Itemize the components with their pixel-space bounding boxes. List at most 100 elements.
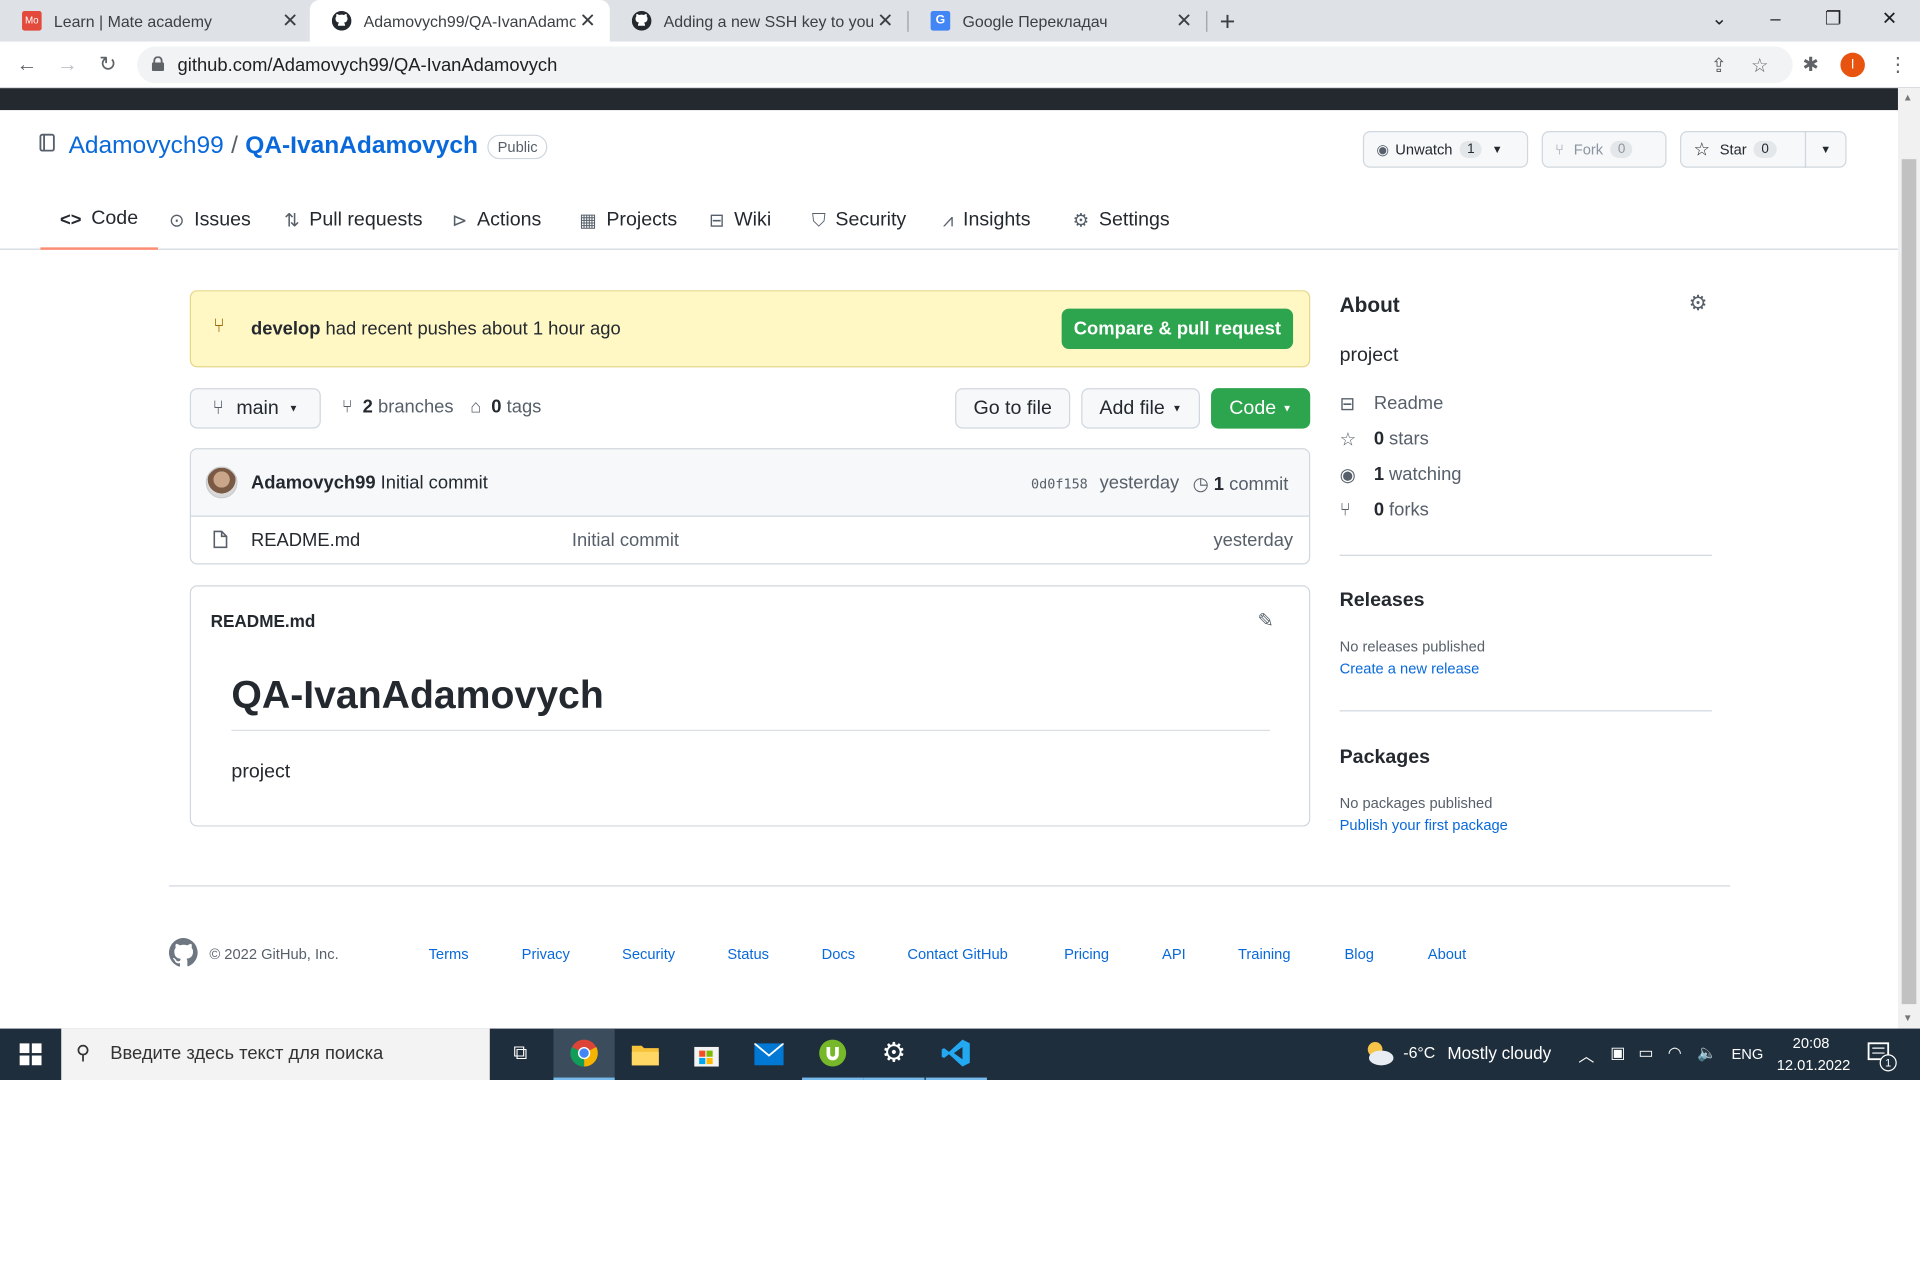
avatar[interactable] [205, 466, 238, 499]
footer-link-docs[interactable]: Docs [822, 945, 855, 962]
tab-settings[interactable]: ⚙ Settings [1073, 191, 1170, 250]
close-icon[interactable]: ✕ [873, 9, 897, 33]
branch-select-button[interactable]: ⑂ main ▼ [189, 388, 321, 429]
file-explorer-icon[interactable] [615, 1029, 676, 1080]
gear-icon[interactable]: ⚙ [1689, 291, 1708, 315]
star-button[interactable]: ☆ Star 0 [1680, 131, 1807, 168]
github-logo-icon[interactable] [168, 937, 198, 974]
mail-icon[interactable] [738, 1029, 799, 1080]
packages-title[interactable]: Packages [1340, 747, 1430, 769]
tab-pull-requests[interactable]: ⇅ Pull requests [284, 191, 422, 250]
browser-tab-translate[interactable]: G Google Перекладач ✕ [909, 0, 1207, 42]
task-view-icon[interactable]: ⧉ [490, 1029, 551, 1080]
input-language[interactable]: ENG [1731, 1046, 1763, 1063]
footer-link-contact[interactable]: Contact GitHub [907, 945, 1007, 962]
menu-kebab-icon[interactable]: ⋮ [1888, 53, 1908, 77]
browser-tab-repo[interactable]: Adamovych99/QA-IvanAdamovych ✕ [309, 0, 610, 42]
tab-search-icon[interactable]: ⌄ [1691, 0, 1747, 42]
tab-projects[interactable]: ▦ Projects [579, 191, 677, 250]
page-scrollbar[interactable]: ▲ ▼ [1897, 88, 1920, 1029]
commits-link[interactable]: ◷ 1 commit [1193, 473, 1289, 495]
chevron-up-icon[interactable]: ︿ [1578, 1043, 1594, 1066]
pencil-icon[interactable]: ✎ [1258, 609, 1274, 633]
vscode-icon[interactable] [925, 1029, 987, 1081]
taskbar-clock-date[interactable]: 12.01.2022 [1777, 1057, 1851, 1074]
footer-link-api[interactable]: API [1162, 945, 1186, 962]
unwatch-button[interactable]: ◉ Unwatch 1 ▼ [1362, 131, 1529, 168]
footer-link-status[interactable]: Status [727, 945, 769, 962]
close-icon[interactable]: ✕ [1172, 9, 1196, 33]
branches-link[interactable]: ⑂ 2 branches [342, 397, 454, 418]
footer-link-pricing[interactable]: Pricing [1064, 945, 1109, 962]
commit-sha[interactable]: 0d0f158 [1031, 476, 1088, 492]
minimize-icon[interactable]: – [1747, 0, 1803, 42]
footer-link-privacy[interactable]: Privacy [522, 945, 570, 962]
tab-issues[interactable]: ⊙ Issues [169, 191, 251, 250]
tab-actions[interactable]: ⊳ Actions [452, 191, 541, 250]
share-icon[interactable]: ⇪ [1711, 54, 1727, 78]
browser-tab-ssh[interactable]: Adding a new SSH key to your GitHub ✕ [610, 0, 908, 42]
releases-title[interactable]: Releases [1340, 590, 1425, 612]
extensions-icon[interactable]: ✱ [1802, 53, 1818, 77]
close-icon[interactable]: ✕ [278, 9, 302, 33]
commit-message[interactable]: Initial commit [381, 473, 488, 494]
weather-temperature[interactable]: -6°C [1403, 1043, 1435, 1061]
address-bar[interactable]: github.com/Adamovych99/QA-IvanAdamovych … [137, 46, 1793, 84]
footer-link-blog[interactable]: Blog [1345, 945, 1374, 962]
tab-wiki[interactable]: ⊟ Wiki [709, 191, 771, 250]
repo-name-link[interactable]: QA-IvanAdamovych [245, 132, 478, 160]
footer-link-security[interactable]: Security [622, 945, 675, 962]
profile-avatar[interactable]: I [1840, 52, 1865, 78]
taskbar-search-input[interactable]: ⚲ Введите здесь текст для поиска [61, 1028, 490, 1081]
file-name-link[interactable]: README.md [251, 530, 360, 551]
bookmark-star-icon[interactable]: ☆ [1751, 54, 1769, 78]
footer-link-about[interactable]: About [1428, 945, 1466, 962]
browser-tab-mate[interactable]: Mo Learn | Mate academy ✕ [0, 0, 312, 42]
file-commit-message[interactable]: Initial commit [572, 530, 679, 551]
footer-link-terms[interactable]: Terms [429, 945, 469, 962]
scroll-up-icon[interactable]: ▲ [1903, 92, 1913, 103]
tab-insights[interactable]: ⩘ Insights [943, 191, 1031, 250]
commit-author[interactable]: Adamovych99 [251, 473, 376, 494]
utorrent-icon[interactable] [802, 1029, 864, 1081]
scroll-down-icon[interactable]: ▼ [1903, 1013, 1913, 1024]
weather-cloud-icon[interactable] [1363, 1040, 1395, 1073]
stars-link[interactable]: ☆ 0 stars [1340, 421, 1712, 457]
weather-description[interactable]: Mostly cloudy [1447, 1043, 1551, 1063]
settings-gear-icon[interactable]: ⚙ [863, 1029, 925, 1081]
publish-package-link[interactable]: Publish your first package [1340, 817, 1508, 834]
windows-start-icon[interactable] [0, 1029, 61, 1080]
repo-owner-link[interactable]: Adamovych99 [69, 132, 224, 160]
create-release-link[interactable]: Create a new release [1340, 660, 1480, 677]
forward-icon[interactable]: → [54, 51, 81, 78]
wifi-icon[interactable]: ◠ [1668, 1043, 1682, 1063]
new-tab-icon[interactable]: + [1220, 6, 1236, 38]
forks-link[interactable]: ⑂ 0 forks [1340, 492, 1712, 528]
restore-icon[interactable]: ❐ [1805, 0, 1861, 42]
code-button[interactable]: Code ▼ [1211, 388, 1311, 429]
chrome-icon[interactable] [553, 1028, 615, 1081]
go-to-file-button[interactable]: Go to file [955, 388, 1071, 429]
tab-code[interactable]: <> Code [40, 191, 158, 250]
meet-now-icon[interactable]: ▣ [1610, 1043, 1625, 1063]
close-window-icon[interactable]: ✕ [1861, 0, 1917, 42]
tags-link[interactable]: ⌂ 0 tags [470, 397, 541, 418]
scrollbar-thumb[interactable] [1901, 159, 1917, 1005]
taskbar-clock-time[interactable]: 20:08 [1793, 1035, 1830, 1052]
compare-pull-request-button[interactable]: Compare & pull request [1061, 308, 1294, 349]
watching-link[interactable]: ◉ 1 watching [1340, 457, 1712, 493]
star-list-dropdown[interactable]: ▼ [1804, 131, 1847, 168]
battery-icon[interactable]: ▭ [1638, 1043, 1653, 1063]
volume-icon[interactable]: 🔈 [1697, 1043, 1717, 1063]
lock-icon[interactable] [151, 56, 165, 72]
footer-link-training[interactable]: Training [1238, 945, 1291, 962]
reload-icon[interactable]: ↻ [94, 51, 121, 78]
tab-security[interactable]: ⛉ Security [812, 191, 906, 250]
microsoft-store-icon[interactable] [676, 1029, 737, 1080]
fork-button[interactable]: ⑂ Fork 0 [1541, 131, 1667, 168]
readme-link[interactable]: ⊟ Readme [1340, 386, 1712, 422]
back-icon[interactable]: ← [13, 51, 40, 78]
readme-filename[interactable]: README.md [211, 611, 316, 631]
add-file-button[interactable]: Add file ▼ [1081, 388, 1201, 429]
close-icon[interactable]: ✕ [576, 9, 600, 33]
